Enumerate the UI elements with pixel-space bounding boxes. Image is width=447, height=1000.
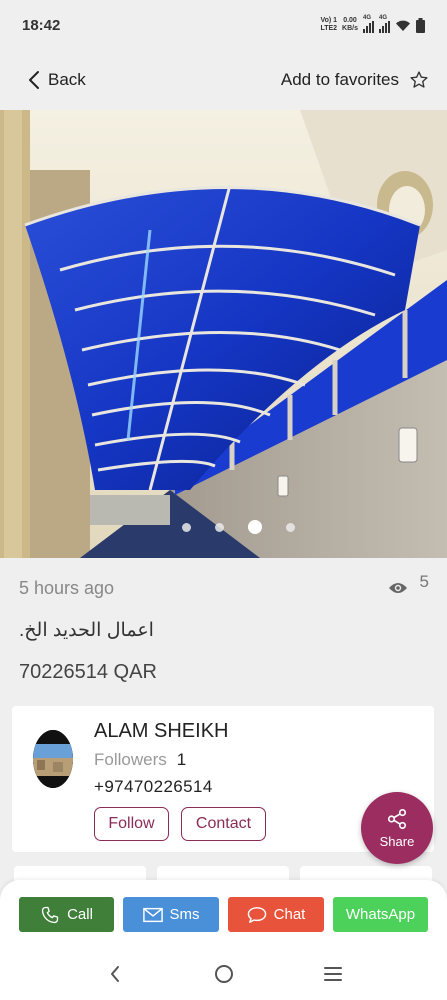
signal-icon: 4G bbox=[379, 15, 390, 33]
carousel-dot-active[interactable] bbox=[248, 520, 262, 534]
envelope-icon bbox=[142, 907, 163, 922]
eye-icon bbox=[388, 583, 407, 593]
listing-image-carousel[interactable] bbox=[0, 110, 447, 558]
share-button[interactable]: Share bbox=[361, 792, 433, 864]
share-icon bbox=[387, 808, 407, 829]
call-button[interactable]: Call bbox=[19, 897, 114, 932]
nav-home-icon bbox=[214, 965, 233, 983]
network-bottom: LTE2 bbox=[320, 25, 338, 32]
seller-photo bbox=[33, 730, 73, 788]
followers: Followers 1 bbox=[94, 750, 186, 770]
contact-action-bar: Call Sms Chat WhatsApp bbox=[0, 880, 447, 948]
nav-home-button[interactable] bbox=[209, 959, 239, 989]
network-type: Vo) 1 LTE2 bbox=[320, 17, 337, 33]
posted-time: 5 hours ago bbox=[19, 577, 115, 598]
whatsapp-button[interactable]: WhatsApp bbox=[333, 897, 428, 932]
chat-button[interactable]: Chat bbox=[228, 897, 324, 932]
nav-menu-icon bbox=[323, 967, 342, 981]
followers-count: 1 bbox=[176, 750, 187, 769]
sms-button[interactable]: Sms bbox=[123, 897, 219, 932]
signal-label-1: 4G bbox=[363, 15, 372, 21]
carousel-dot[interactable] bbox=[182, 522, 191, 532]
status-time: 18:42 bbox=[22, 16, 61, 34]
carousel-indicators bbox=[0, 520, 447, 534]
back-label: Back bbox=[48, 70, 86, 89]
seller-phone[interactable]: +97470226514 bbox=[94, 777, 213, 797]
contact-button[interactable]: Contact bbox=[181, 807, 266, 841]
chat-label: Chat bbox=[273, 906, 306, 923]
sms-label: Sms bbox=[169, 906, 200, 923]
top-bar: Back Add to favorites bbox=[0, 50, 447, 110]
whatsapp-label: WhatsApp bbox=[345, 906, 416, 923]
call-label: Call bbox=[67, 906, 93, 923]
chat-bubble-icon bbox=[247, 906, 266, 923]
nav-back-button[interactable] bbox=[100, 959, 130, 989]
views-number: 5 bbox=[419, 572, 429, 591]
followers-label: Followers bbox=[94, 750, 167, 769]
status-bar: 18:42 Vo) 1 LTE2 0.00 KB/s 4G 4G bbox=[0, 0, 447, 50]
app-screen: 18:42 Vo) 1 LTE2 0.00 KB/s 4G 4G Back Ad… bbox=[0, 0, 447, 1000]
system-navigation-bar bbox=[0, 948, 447, 1000]
phone-icon bbox=[41, 906, 59, 923]
network-top: Vo) 1 bbox=[320, 17, 338, 24]
battery-icon bbox=[416, 17, 425, 33]
signal-label-2: 4G bbox=[379, 15, 388, 21]
nav-recents-button[interactable] bbox=[318, 959, 348, 989]
listing-photo bbox=[0, 110, 447, 558]
avatar[interactable] bbox=[33, 730, 73, 788]
view-count: 5 bbox=[388, 572, 429, 598]
carousel-dot[interactable] bbox=[286, 522, 295, 532]
signal-icon: 4G bbox=[363, 15, 374, 33]
status-icons: Vo) 1 LTE2 0.00 KB/s 4G 4G bbox=[320, 15, 425, 33]
listing-title: اعمال الحديد الخ. bbox=[19, 620, 154, 641]
share-label: Share bbox=[379, 833, 415, 849]
follow-button[interactable]: Follow bbox=[94, 807, 169, 841]
carousel-dot[interactable] bbox=[215, 522, 224, 532]
network-speed: 0.00 KB/s bbox=[342, 17, 358, 33]
speed-value: 0.00 bbox=[343, 17, 357, 24]
speed-unit: KB/s bbox=[342, 25, 358, 32]
listing-meta: 5 hours ago 5 bbox=[19, 572, 429, 600]
star-icon bbox=[410, 71, 428, 88]
nav-back-icon bbox=[110, 966, 119, 982]
favorites-label: Add to favorites bbox=[280, 70, 399, 89]
seller-name[interactable]: ALAM SHEIKH bbox=[94, 720, 228, 743]
chevron-left-icon bbox=[29, 71, 39, 89]
wifi-icon bbox=[396, 20, 410, 31]
add-to-favorites-button[interactable]: Add to favorites bbox=[281, 70, 429, 90]
listing-price: 70226514 QAR bbox=[19, 661, 157, 683]
back-button[interactable]: Back bbox=[28, 70, 86, 90]
